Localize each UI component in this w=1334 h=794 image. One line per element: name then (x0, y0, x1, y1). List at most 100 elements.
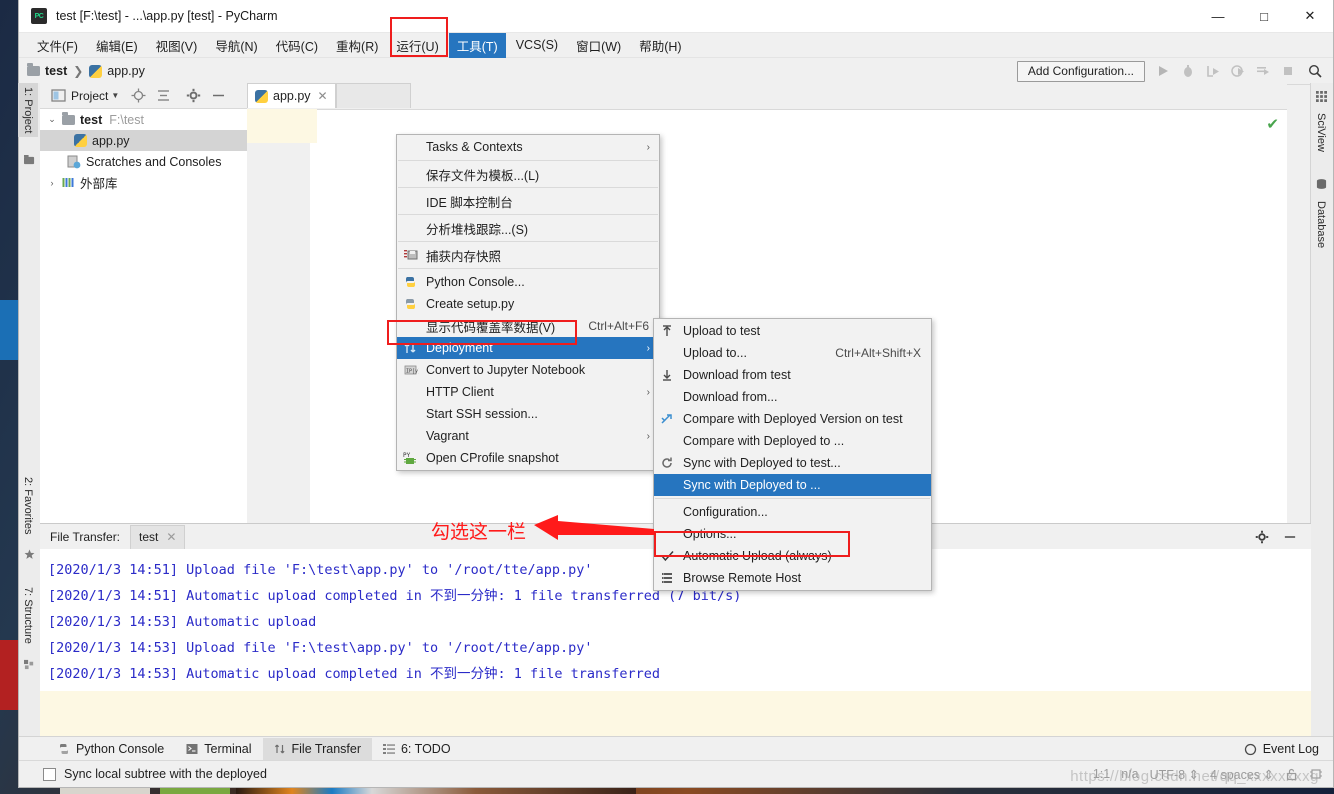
run-icon[interactable] (1155, 63, 1171, 79)
bottom-tab-terminal[interactable]: Terminal (175, 738, 262, 761)
menu-item-analyze-stacktrace[interactable]: 分析堆栈跟踪...(S) (397, 217, 659, 239)
menu-code[interactable]: 代码(C) (268, 33, 326, 58)
console-line: [2020/1/3 14:53] Upload file 'F:\test\ap… (48, 640, 593, 656)
gear-icon[interactable] (1255, 530, 1269, 544)
browse-remote-icon (660, 571, 676, 585)
sync-icon (660, 456, 676, 470)
submenu-item-sync-with-deployed-to[interactable]: Sync with Deployed to ... (654, 474, 931, 496)
bottom-tab-todo[interactable]: 6: TODO (372, 738, 462, 761)
menu-item-vagrant[interactable]: Vagrant › (397, 425, 659, 447)
sidebar-item-favorites[interactable]: 2: Favorites (18, 473, 38, 538)
submenu-item-label: Upload to test (683, 324, 761, 338)
sidebar-item-project[interactable]: 1: Project (18, 83, 38, 138)
lock-icon[interactable] (1285, 768, 1298, 781)
line-separator[interactable]: n/a (1121, 767, 1138, 781)
menu-view[interactable]: 视图(V) (148, 33, 206, 58)
menu-item-start-ssh-session[interactable]: Start SSH session... (397, 403, 659, 425)
stop-icon[interactable] (1280, 63, 1296, 79)
menu-window[interactable]: 窗口(W) (568, 33, 629, 58)
menu-tools[interactable]: 工具(T) (448, 32, 506, 58)
menu-item-capture-memory-snapshot[interactable]: 捕获内存快照 (397, 244, 659, 266)
menu-item-show-code-coverage-data[interactable]: 显示代码覆盖率数据(V) Ctrl+Alt+F6 (397, 315, 659, 337)
library-icon (62, 178, 74, 187)
tree-row-test[interactable]: ⌄ test F:\test (40, 109, 247, 130)
submenu-item-configuration[interactable]: Configuration... (654, 501, 931, 523)
menu-file[interactable]: 文件(F) (29, 33, 86, 58)
close-icon[interactable]: ✕ (166, 530, 176, 544)
menu-help[interactable]: 帮助(H) (631, 33, 689, 58)
project-panel-label[interactable]: Project (71, 89, 108, 103)
tree-row-app-py[interactable]: app.py (40, 130, 247, 151)
submenu-item-compare-with-deployed-version-on-test[interactable]: Compare with Deployed Version on test (654, 408, 931, 430)
breadcrumb-project[interactable]: test (45, 64, 67, 78)
event-log-button[interactable]: Event Log (1244, 742, 1319, 756)
menu-run[interactable]: 运行(U) (388, 33, 446, 58)
collapse-all-icon[interactable] (156, 88, 171, 103)
tree-row-scratches[interactable]: Scratches and Consoles (40, 151, 247, 172)
submenu-item-options[interactable]: Options... (654, 523, 931, 545)
menu-item-label: 分析堆栈跟踪...(S) (426, 222, 529, 237)
bottom-tab-python-console[interactable]: Python Console (47, 738, 175, 761)
submenu-item-label: Sync with Deployed to ... (683, 478, 821, 492)
sidebar-item-database[interactable]: Database (1311, 197, 1331, 252)
file-transfer-tab-test[interactable]: test ✕ (130, 524, 186, 549)
menu-item-tasks-contexts[interactable]: Tasks & Contexts › (397, 136, 659, 158)
submenu-item-label: Options... (683, 527, 737, 541)
menu-item-create-setup-py[interactable]: Create setup.py (397, 293, 659, 315)
bottom-tab-file-transfer[interactable]: File Transfer (262, 737, 372, 761)
menu-item-python-console[interactable]: Python Console... (397, 271, 659, 293)
gear-icon[interactable] (186, 88, 201, 103)
debug-icon[interactable] (1180, 63, 1196, 79)
twisty-icon[interactable]: › (46, 178, 58, 188)
editor-tab-app-py[interactable]: app.py ✕ (247, 83, 336, 108)
twisty-icon[interactable]: ⌄ (46, 114, 58, 125)
submenu-item-automatic-upload-always[interactable]: Automatic Upload (always) (654, 545, 931, 567)
menu-item-accelerator: Ctrl+Alt+F6 (588, 319, 649, 333)
indent-setting[interactable]: 4 spaces ⇕ (1210, 767, 1274, 782)
menu-refactor[interactable]: 重构(R) (328, 33, 386, 58)
menu-navigate[interactable]: 导航(N) (207, 33, 265, 58)
sidebar-item-structure[interactable]: 7: Structure (18, 583, 38, 648)
locate-icon[interactable] (131, 88, 146, 103)
menu-item-convert-to-jupyter-notebook[interactable]: IP[y] Convert to Jupyter Notebook (397, 359, 659, 381)
file-encoding[interactable]: UTF-8 ⇕ (1150, 767, 1199, 782)
menu-item-save-as-template[interactable]: 保存文件为模板...(L) (397, 163, 659, 185)
close-button[interactable]: ✕ (1287, 0, 1333, 32)
menu-item-open-cprofile-snapshot[interactable]: PY Open CProfile snapshot (397, 447, 659, 469)
menu-item-deployment[interactable]: Deployment › (397, 337, 659, 359)
add-configuration-button[interactable]: Add Configuration... (1016, 61, 1145, 82)
maximize-button[interactable]: □ (1241, 0, 1287, 32)
blank-icon (403, 407, 419, 421)
submenu-item-upload-to-test[interactable]: Upload to test (654, 320, 931, 342)
profile-icon[interactable] (1230, 63, 1246, 79)
breadcrumb[interactable]: test ❯ app.py (27, 63, 145, 78)
chevron-down-icon[interactable]: ▼ (111, 91, 119, 100)
menu-edit[interactable]: 编辑(E) (88, 33, 146, 58)
submenu-item-compare-with-deployed-to[interactable]: Compare with Deployed to ... (654, 430, 931, 452)
close-icon[interactable]: ✕ (318, 89, 328, 103)
run-with-options-icon[interactable] (1255, 63, 1271, 79)
hide-panel-icon[interactable] (1283, 530, 1297, 544)
sidebar-item-sciview[interactable]: SciView (1311, 109, 1331, 156)
search-icon[interactable] (1307, 63, 1323, 79)
menu-vcs[interactable]: VCS(S) (508, 35, 566, 55)
menu-item-ide-scripting-console[interactable]: IDE 脚本控制台 (397, 190, 659, 212)
tree-row-external-libraries[interactable]: › 外部库 (40, 172, 247, 193)
submenu-item-sync-with-deployed-to-test[interactable]: Sync with Deployed to test... (654, 452, 931, 474)
memory-indicator-icon[interactable] (1309, 767, 1323, 781)
caret-position[interactable]: 1:1 (1093, 767, 1110, 781)
menu-item-http-client[interactable]: HTTP Client › (397, 381, 659, 403)
blank-icon (403, 385, 419, 399)
submenu-item-label: Download from... (683, 390, 778, 404)
run-coverage-icon[interactable] (1205, 63, 1221, 79)
breadcrumb-file[interactable]: app.py (107, 64, 145, 78)
chevron-right-icon: › (646, 141, 650, 153)
annotation-arrow-icon (534, 515, 654, 540)
minimize-button[interactable]: — (1195, 0, 1241, 32)
submenu-item-upload-to[interactable]: Upload to... Ctrl+Alt+Shift+X (654, 342, 931, 364)
event-log-icon (1244, 743, 1256, 755)
hide-panel-icon[interactable] (211, 88, 226, 103)
submenu-item-browse-remote-host[interactable]: Browse Remote Host (654, 567, 931, 589)
submenu-item-download-from[interactable]: Download from... (654, 386, 931, 408)
submenu-item-download-from-test[interactable]: Download from test (654, 364, 931, 386)
